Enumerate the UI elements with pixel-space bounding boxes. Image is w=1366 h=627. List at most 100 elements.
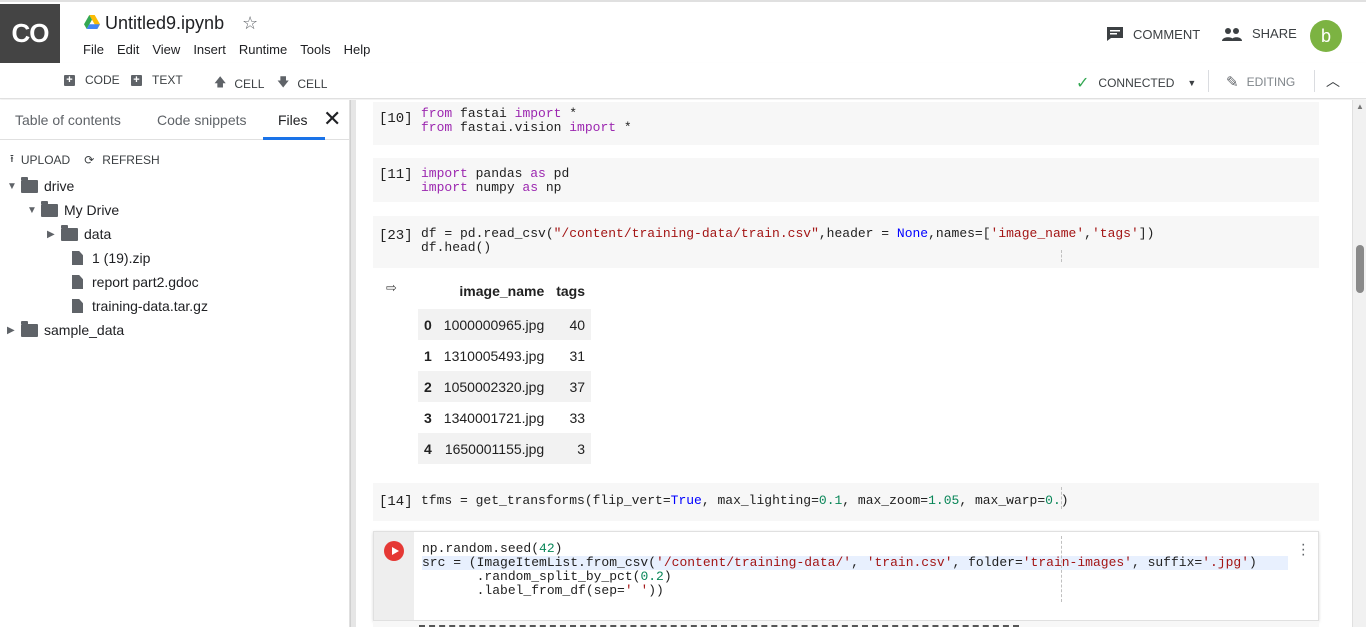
tree-item-label: data <box>84 226 112 242</box>
people-icon <box>1222 27 1242 41</box>
runtime-status-label: CONNECTED <box>1098 76 1175 90</box>
row-index: 3 <box>424 409 432 426</box>
side-panel: Table of contents Code snippets Files ✕ … <box>0 100 350 627</box>
file-icon <box>72 299 83 313</box>
notebook-toolbar: + CODE + TEXT 🡅 CELL 🡇 CELL ✓ CONNECTED … <box>0 63 1366 99</box>
table-cell: 33 <box>569 409 586 426</box>
caret-right-icon: ▶ <box>47 228 55 240</box>
code-cell[interactable]: [11] import pandas as pd import numpy as… <box>373 158 1319 202</box>
add-text-button[interactable]: + TEXT <box>131 73 183 87</box>
cell-code[interactable]: tfms = get_transforms(flip_vert=True, ma… <box>421 494 1069 508</box>
code-cell[interactable]: [10] from fastai import * from fastai.vi… <box>373 102 1319 145</box>
tab-files[interactable]: Files <box>278 112 308 128</box>
file-icon <box>72 251 83 265</box>
table-cell: 3 <box>550 433 592 464</box>
code-cell[interactable]: [14] tfms = get_transforms(flip_vert=Tru… <box>373 483 1319 521</box>
move-cell-down-label: CELL <box>297 76 328 91</box>
table-header: image_name <box>459 283 545 299</box>
comment-button[interactable]: COMMENT <box>1106 26 1200 42</box>
table-cell: 1050002320.jpg <box>437 371 551 402</box>
menu-edit[interactable]: Edit <box>117 42 139 57</box>
cell-code[interactable]: df = pd.read_csv("/content/training-data… <box>421 227 1154 255</box>
menu-runtime[interactable]: Runtime <box>239 42 287 57</box>
scrollbar-thumb[interactable] <box>1356 245 1364 293</box>
star-icon[interactable]: ☆ <box>242 13 258 34</box>
user-avatar[interactable]: b <box>1310 20 1342 52</box>
cell-code[interactable]: np.random.seed(42) src = (ImageItemList.… <box>422 542 1257 598</box>
move-cell-up-button[interactable]: 🡅 CELL <box>214 73 264 94</box>
collapse-header-button[interactable]: ︿ <box>1326 71 1340 91</box>
add-code-button[interactable]: + CODE <box>64 73 120 87</box>
tab-code-snippets[interactable]: Code snippets <box>157 112 247 128</box>
menu-insert[interactable]: Insert <box>193 42 226 57</box>
scroll-up-arrow-icon[interactable]: ▲ <box>1356 102 1364 111</box>
tree-item-sample-data[interactable]: ▶ sample_data <box>7 319 124 341</box>
tree-item-data[interactable]: ▶ data <box>47 223 111 245</box>
runtime-status-button[interactable]: ✓ CONNECTED ▼ <box>1076 73 1196 93</box>
table-cell: 31 <box>569 347 586 364</box>
upload-label: UPLOAD <box>20 152 71 167</box>
table-cell: 40 <box>550 309 592 340</box>
side-panel-tabs: Table of contents Code snippets Files ✕ <box>0 100 350 140</box>
menu-file[interactable]: File <box>83 42 104 57</box>
check-icon: ✓ <box>1076 75 1090 92</box>
notebook-title[interactable]: Untitled9.ipynb <box>105 13 224 34</box>
run-cell-button[interactable] <box>384 541 404 561</box>
notebook-scrollbar[interactable]: ▲ <box>1352 100 1366 627</box>
refresh-button[interactable]: ⟳ REFRESH <box>84 150 159 169</box>
menu-bar: File Edit View Insert Runtime Tools Help <box>83 42 383 57</box>
table-row: 2 1050002320.jpg 37 <box>418 371 592 402</box>
row-index: 2 <box>418 371 438 402</box>
line-length-ruler <box>1061 536 1062 602</box>
row-index: 4 <box>418 433 438 464</box>
tab-table-of-contents[interactable]: Table of contents <box>15 112 121 128</box>
editing-mode-button[interactable]: ✎ EDITING <box>1226 73 1295 91</box>
comment-label: COMMENT <box>1133 26 1201 42</box>
menu-tools[interactable]: Tools <box>300 42 330 57</box>
cell-code[interactable]: from fastai import * from fastai.vision … <box>421 107 632 135</box>
move-cell-down-button[interactable]: 🡇 CELL <box>277 73 327 94</box>
cell-execution-count: [14] <box>379 494 413 510</box>
table-row: 0 1000000965.jpg 40 <box>418 309 592 340</box>
cell-code[interactable]: import pandas as pd import numpy as np <box>421 167 569 195</box>
toolbar-divider <box>1314 70 1315 92</box>
close-icon: ✕ <box>323 106 342 131</box>
close-panel-button[interactable]: ✕ <box>323 106 341 132</box>
tree-item-drive[interactable]: ▼ drive <box>7 175 74 197</box>
tree-item-label: sample_data <box>44 322 125 338</box>
share-label: SHARE <box>1252 26 1297 41</box>
dataframe-output: image_name tags 0 1000000965.jpg 40 1 13… <box>418 277 592 464</box>
menu-view[interactable]: View <box>152 42 180 57</box>
menu-help[interactable]: Help <box>344 42 371 57</box>
output-icon[interactable]: ⇨ <box>386 280 397 296</box>
table-cell: 37 <box>550 371 592 402</box>
table-row: 4 1650001155.jpg 3 <box>418 433 592 464</box>
tree-item-label: My Drive <box>64 202 120 218</box>
colab-logo[interactable]: CO <box>0 4 60 63</box>
editing-mode-label: EDITING <box>1246 75 1296 89</box>
table-row: 3 1340001721.jpg 33 <box>418 402 591 433</box>
table-row: 1 1310005493.jpg 31 <box>418 340 591 371</box>
cell-more-options-icon[interactable]: · · · <box>1301 537 1306 563</box>
cell-execution-count: [10] <box>379 111 413 127</box>
folder-icon <box>41 200 58 217</box>
cell-gutter <box>374 532 414 620</box>
code-cell[interactable]: [23] df = pd.read_csv("/content/training… <box>373 216 1319 268</box>
line-length-ruler <box>1061 487 1062 509</box>
arrow-up-icon: 🡅 <box>214 75 227 89</box>
caret-right-icon: ▶ <box>7 324 15 336</box>
tree-item-label: training-data.tar.gz <box>92 298 208 314</box>
tree-item-my-drive[interactable]: ▼ My Drive <box>27 199 119 221</box>
tree-item-gdoc[interactable]: report part2.gdoc <box>72 271 199 293</box>
folder-icon <box>61 224 78 241</box>
upload-icon: ⭱ <box>10 153 14 165</box>
tree-item-zip[interactable]: 1 (19).zip <box>72 247 150 269</box>
active-code-cell[interactable]: np.random.seed(42) src = (ImageItemList.… <box>373 531 1319 621</box>
tree-item-targz[interactable]: training-data.tar.gz <box>72 295 208 317</box>
upload-button[interactable]: ⭱ UPLOAD <box>10 150 70 169</box>
file-actions: ⭱ UPLOAD ⟳ REFRESH <box>10 150 174 169</box>
share-button[interactable]: SHARE <box>1222 26 1297 41</box>
refresh-label: REFRESH <box>102 152 160 167</box>
caret-down-icon: ▼ <box>27 204 37 216</box>
cell-execution-count: [11] <box>379 167 413 183</box>
